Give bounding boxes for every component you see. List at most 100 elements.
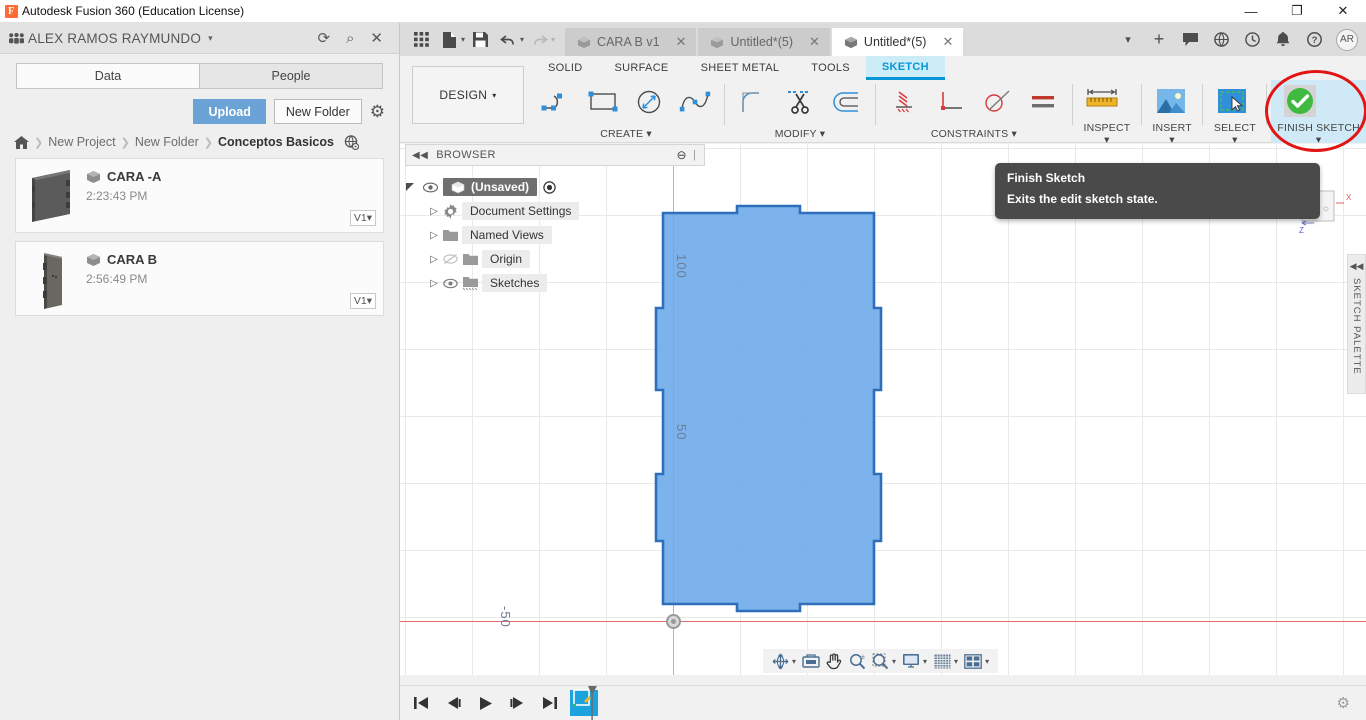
list-item[interactable]: CARA -A 2:23:43 PM V1▾ xyxy=(15,158,384,233)
expand-arrow-icon[interactable] xyxy=(405,182,423,193)
redo-icon[interactable] xyxy=(526,27,552,53)
viewports-caret-icon[interactable]: ▾ xyxy=(985,657,989,666)
insert-image-icon[interactable] xyxy=(1149,80,1193,122)
tree-item-label[interactable]: Named Views xyxy=(462,226,552,244)
go-to-end-button[interactable] xyxy=(538,692,560,714)
grid-settings-icon[interactable] xyxy=(931,650,953,672)
fit-icon[interactable] xyxy=(869,650,891,672)
tab-overflow-icon[interactable]: ▾ xyxy=(1114,26,1142,54)
upload-button[interactable]: Upload xyxy=(193,99,266,124)
breadcrumb-new-project[interactable]: New Project xyxy=(48,135,115,149)
circle-icon[interactable] xyxy=(627,81,671,123)
save-icon[interactable] xyxy=(467,27,493,53)
origin-point[interactable] xyxy=(666,614,681,629)
tab-sketch[interactable]: SKETCH xyxy=(865,56,945,80)
help-icon[interactable]: ? xyxy=(1300,26,1328,54)
spline-icon[interactable] xyxy=(673,81,717,123)
workspace-switcher[interactable]: DESIGN ▾ xyxy=(412,66,524,124)
document-tab-untitled-1[interactable]: Untitled*(5) ✕ xyxy=(698,28,830,56)
tree-item-named-views[interactable]: ▷ Named Views xyxy=(405,223,705,247)
expand-arrow-icon[interactable]: ▷ xyxy=(425,206,443,217)
globe-icon[interactable] xyxy=(344,134,359,150)
expand-arrow-icon[interactable]: ▷ xyxy=(425,230,443,241)
tree-item-label[interactable]: Origin xyxy=(482,250,531,268)
go-to-beginning-button[interactable] xyxy=(410,692,432,714)
orbit-caret-icon[interactable]: ▾ xyxy=(792,657,796,666)
minimize-icon[interactable]: ⊖ xyxy=(677,148,687,162)
perpendicular-icon[interactable] xyxy=(929,81,973,123)
visibility-eye-icon[interactable] xyxy=(423,182,443,193)
resize-grip[interactable]: | xyxy=(693,149,698,161)
document-tab-cara-b[interactable]: CARA B v1 ✕ xyxy=(565,28,697,56)
gear-icon[interactable]: ⚙ xyxy=(370,103,385,120)
breadcrumb-current[interactable]: Conceptos Basicos xyxy=(218,135,334,149)
refresh-icon[interactable]: ⟳ xyxy=(317,31,330,46)
grid-caret-icon[interactable]: ▾ xyxy=(954,657,958,666)
maximize-button[interactable]: ❐ xyxy=(1274,0,1320,23)
undo-icon[interactable] xyxy=(495,27,521,53)
pan-icon[interactable] xyxy=(823,650,845,672)
sketch-palette-strip[interactable]: ◀◀ SKETCH PALETTE xyxy=(1347,254,1366,394)
comment-icon[interactable] xyxy=(1176,26,1204,54)
new-file-icon[interactable] xyxy=(436,27,462,53)
close-icon[interactable]: ✕ xyxy=(676,34,687,50)
tab-solid[interactable]: SOLID xyxy=(532,56,599,80)
trim-icon[interactable] xyxy=(778,81,822,123)
clock-icon[interactable] xyxy=(1238,26,1266,54)
chevron-down-icon[interactable]: ▾ xyxy=(208,33,213,44)
list-item[interactable]: CARA B 2:56:49 PM V1▾ xyxy=(15,241,384,316)
app-grid-icon[interactable] xyxy=(408,27,434,53)
measure-icon[interactable] xyxy=(1080,80,1124,122)
activate-radio-icon[interactable] xyxy=(543,180,556,194)
collapse-icon[interactable]: ◀◀ xyxy=(1350,261,1364,272)
version-badge[interactable]: V1▾ xyxy=(349,293,376,309)
step-back-button[interactable] xyxy=(442,692,464,714)
version-badge[interactable]: V1▾ xyxy=(349,210,376,226)
tab-data[interactable]: Data xyxy=(17,64,199,88)
visibility-hidden-eye-icon[interactable] xyxy=(443,253,463,265)
close-icon[interactable]: ✕ xyxy=(809,34,820,50)
fillet-icon[interactable] xyxy=(732,81,776,123)
finish-sketch-check-icon[interactable] xyxy=(1274,80,1327,122)
select-window-icon[interactable] xyxy=(1210,80,1254,122)
team-name[interactable]: ALEX RAMOS RAYMUNDO xyxy=(28,31,201,46)
zoom-icon[interactable]: ± xyxy=(846,650,868,672)
gear-icon[interactable]: ⚙ xyxy=(1337,694,1350,712)
breadcrumb-new-folder[interactable]: New Folder xyxy=(135,135,199,149)
sketch-timeline-marker[interactable] xyxy=(570,686,598,720)
look-at-icon[interactable] xyxy=(800,650,822,672)
display-caret-icon[interactable]: ▾ xyxy=(923,657,927,666)
arc-icon[interactable] xyxy=(535,81,579,123)
collapse-icon[interactable]: ◀◀ xyxy=(412,150,428,161)
sketch-canvas[interactable]: 100 50 -50 ◀◀ BROWSER ⊖ | (Unsaved) ▷ Do… xyxy=(400,144,1366,675)
step-forward-button[interactable] xyxy=(506,692,528,714)
tab-surface[interactable]: SURFACE xyxy=(599,56,685,80)
fit-caret-icon[interactable]: ▾ xyxy=(892,657,896,666)
undo-caret-icon[interactable]: ▾ xyxy=(520,35,524,44)
tree-item-sketches[interactable]: ▷ Sketches xyxy=(405,271,705,295)
rectangle-icon[interactable] xyxy=(581,81,625,123)
tree-item-label[interactable]: Sketches xyxy=(482,274,548,292)
viewports-icon[interactable] xyxy=(962,650,984,672)
add-tab-icon[interactable]: + xyxy=(1145,26,1173,54)
offset-icon[interactable] xyxy=(824,81,868,123)
avatar[interactable]: AR xyxy=(1336,28,1358,51)
tab-sheet-metal[interactable]: SHEET METAL xyxy=(685,56,796,80)
tangent-icon[interactable] xyxy=(975,81,1019,123)
home-icon[interactable] xyxy=(14,135,29,149)
tree-item-label[interactable]: (Unsaved) xyxy=(443,178,538,196)
close-icon[interactable]: ✕ xyxy=(942,34,953,50)
redo-caret-icon[interactable]: ▾ xyxy=(551,35,555,44)
document-tab-untitled-2[interactable]: Untitled*(5) ✕ xyxy=(831,28,964,56)
orbit-icon[interactable] xyxy=(769,650,791,672)
bell-icon[interactable] xyxy=(1269,26,1297,54)
visibility-eye-icon[interactable] xyxy=(443,278,463,289)
close-button[interactable]: ✕ xyxy=(1320,0,1366,23)
dimension-label-50[interactable]: 50 xyxy=(674,424,689,440)
tree-item-label[interactable]: Document Settings xyxy=(462,202,580,220)
new-file-caret-icon[interactable]: ▾ xyxy=(461,35,465,44)
new-folder-button[interactable]: New Folder xyxy=(273,99,362,124)
tree-item-document-settings[interactable]: ▷ Document Settings xyxy=(405,199,705,223)
tree-item-origin[interactable]: ▷ Origin xyxy=(405,247,705,271)
equal-icon[interactable] xyxy=(1021,81,1065,123)
